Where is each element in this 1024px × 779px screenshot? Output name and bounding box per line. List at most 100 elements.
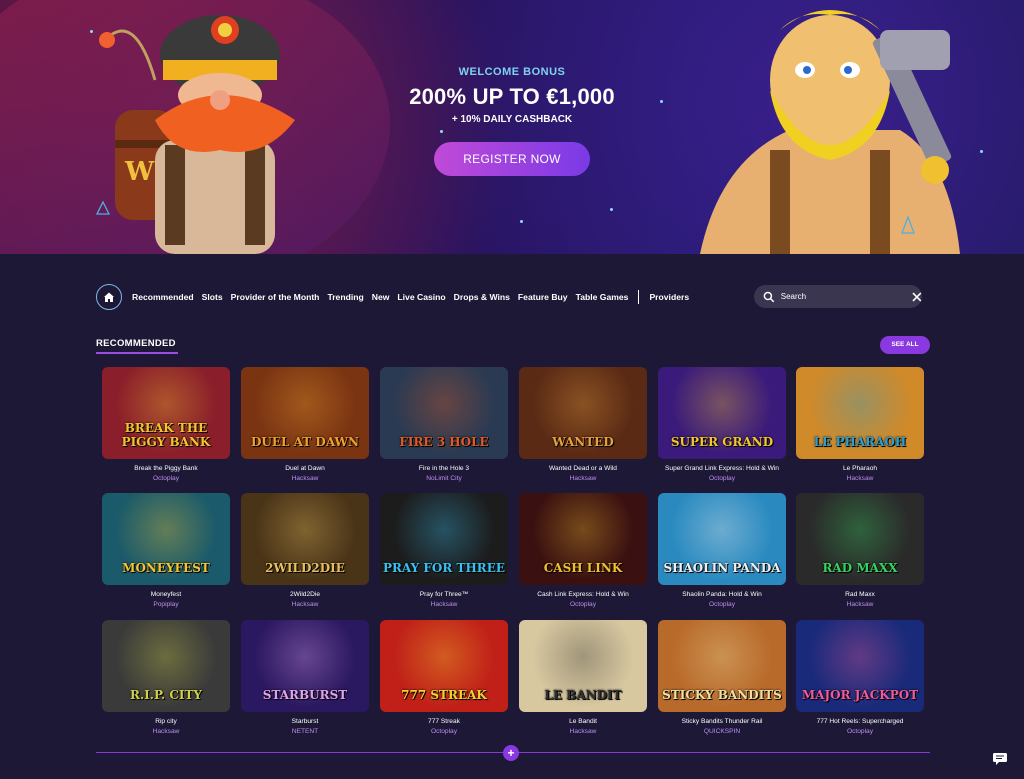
game-thumbnail[interactable]: BREAK THE PIGGY BANK <box>102 367 230 459</box>
game-card[interactable]: DUEL AT DAWN Duel at Dawn Hacksaw <box>241 367 369 482</box>
game-art-title: DUEL AT DAWN <box>251 435 359 449</box>
game-thumbnail[interactable]: DUEL AT DAWN <box>241 367 369 459</box>
game-thumbnail[interactable]: LE PHARAOH <box>796 367 924 459</box>
game-provider: Hacksaw <box>846 475 874 482</box>
game-art-title: MAJOR JACKPOT <box>801 688 919 702</box>
cashback-text: + 10% DAILY CASHBACK <box>451 114 573 125</box>
game-provider: Octoplay <box>846 728 874 735</box>
home-button[interactable] <box>96 284 122 310</box>
game-card[interactable]: R.I.P. CITY Rip city Hacksaw <box>102 620 230 735</box>
game-card[interactable]: 777 STREAK 777 Streak Octoplay <box>380 620 508 735</box>
game-name[interactable]: 777 Streak <box>380 718 508 725</box>
nav-item-providers[interactable]: Providers <box>649 292 689 304</box>
game-name[interactable]: 2Wild2Die <box>241 591 369 598</box>
nav-item-trending[interactable]: Trending <box>327 292 363 304</box>
game-thumbnail[interactable]: STICKY BANDITS <box>658 620 786 712</box>
close-icon[interactable] <box>912 292 922 302</box>
see-all-button[interactable]: SEE ALL <box>880 336 930 354</box>
game-name[interactable]: Pray for Three™ <box>380 591 508 598</box>
game-name[interactable]: Fire in the Hole 3 <box>380 465 508 472</box>
game-provider: Popiplay <box>153 601 179 608</box>
register-now-button[interactable]: REGISTER NOW <box>434 142 590 176</box>
game-card[interactable]: LE BANDIT Le Bandit Hacksaw <box>519 620 647 735</box>
game-provider: Octoplay <box>708 475 736 482</box>
nav-item-live-casino[interactable]: Live Casino <box>397 292 445 304</box>
game-name[interactable]: Duel at Dawn <box>241 465 369 472</box>
game-art-title: SHAOLIN PANDA <box>663 561 781 575</box>
game-card[interactable]: RAD MAXX Rad Maxx Hacksaw <box>796 493 924 608</box>
game-name[interactable]: Super Grand Link Express: Hold & Win <box>658 465 786 472</box>
game-art-title: WANTED <box>552 435 614 449</box>
game-provider: Octoplay <box>152 475 180 482</box>
welcome-bonus-block: WELCOME BONUS 200% UP TO €1,000 + 10% DA… <box>362 66 662 176</box>
game-name[interactable]: Cash Link Express: Hold & Win <box>519 591 647 598</box>
game-card[interactable]: FIRE 3 HOLE Fire in the Hole 3 NoLimit Cit… <box>380 367 508 482</box>
game-thumbnail[interactable]: STARBURST <box>241 620 369 712</box>
game-name[interactable]: Moneyfest <box>102 591 230 598</box>
chat-icon[interactable] <box>992 752 1010 766</box>
game-card[interactable]: 2WILD2DIE 2Wild2Die Hacksaw <box>241 493 369 608</box>
game-card[interactable]: PRAY FOR THREE Pray for Three™ Hacksaw <box>380 493 508 608</box>
game-thumbnail[interactable]: 2WILD2DIE <box>241 493 369 585</box>
load-more-button[interactable]: + <box>503 745 519 761</box>
game-card[interactable]: BREAK THE PIGGY BANK Break the Piggy Bank… <box>102 367 230 482</box>
game-thumbnail[interactable]: CASH LINK <box>519 493 647 585</box>
game-name[interactable]: Le Bandit <box>519 718 647 725</box>
home-icon <box>104 292 114 302</box>
game-art-title: RAD MAXX <box>822 561 898 575</box>
nav-item-new[interactable]: New <box>372 292 390 304</box>
game-art-title: STICKY BANDITS <box>662 688 782 702</box>
game-card[interactable]: LE PHARAOH Le Pharaoh Hacksaw <box>796 367 924 482</box>
game-card[interactable]: MONEYFEST Moneyfest Popiplay <box>102 493 230 608</box>
game-thumbnail[interactable]: RAD MAXX <box>796 493 924 585</box>
triangle-decoration-icon <box>901 215 915 234</box>
search-box[interactable] <box>754 285 922 308</box>
game-art-title: LE PHARAOH <box>813 435 907 449</box>
section-title: RECOMMENDED <box>96 338 176 349</box>
nav-item-feature-buy[interactable]: Feature Buy <box>518 292 568 304</box>
game-name[interactable]: 777 Hot Reels: Supercharged <box>796 718 924 725</box>
game-card[interactable]: MAJOR JACKPOT 777 Hot Reels: Supercharged… <box>796 620 924 735</box>
game-thumbnail[interactable]: SHAOLIN PANDA <box>658 493 786 585</box>
hero-banner: W WELCOME BONUS 200% UP TO €1,000 + 10% … <box>0 0 1024 254</box>
game-art-title: CASH LINK <box>543 561 623 575</box>
game-thumbnail[interactable]: WANTED <box>519 367 647 459</box>
nav-item-drops-wins[interactable]: Drops & Wins <box>454 292 510 304</box>
game-card[interactable]: STARBURST Starburst NETENT <box>241 620 369 735</box>
game-thumbnail[interactable]: 777 STREAK <box>380 620 508 712</box>
nav-item-provider-of-the-month[interactable]: Provider of the Month <box>231 292 320 304</box>
nav-item-slots[interactable]: Slots <box>202 292 223 304</box>
game-card[interactable]: SHAOLIN PANDA Shaolin Panda: Hold & Win Oc… <box>658 493 786 608</box>
game-thumbnail[interactable]: MONEYFEST <box>102 493 230 585</box>
game-thumbnail[interactable]: PRAY FOR THREE <box>380 493 508 585</box>
bonus-headline: 200% UP TO €1,000 <box>409 84 615 109</box>
nav-item-table-games[interactable]: Table Games <box>576 292 629 304</box>
game-thumbnail[interactable]: SUPER GRAND <box>658 367 786 459</box>
game-thumbnail[interactable]: LE BANDIT <box>519 620 647 712</box>
game-name[interactable]: Break the Piggy Bank <box>102 465 230 472</box>
game-provider: NoLimit City <box>426 475 462 482</box>
game-name[interactable]: Le Pharaoh <box>796 465 924 472</box>
game-name[interactable]: Shaolin Panda: Hold & Win <box>658 591 786 598</box>
miner-character-illustration: W <box>99 15 295 254</box>
game-art-title: BREAK THE PIGGY BANK <box>121 421 211 449</box>
section-underline <box>96 352 178 354</box>
search-icon <box>763 291 775 302</box>
game-card[interactable]: STICKY BANDITS Sticky Bandits Thunder Rai… <box>658 620 786 735</box>
game-name[interactable]: Rad Maxx <box>796 591 924 598</box>
game-thumbnail[interactable]: FIRE 3 HOLE <box>380 367 508 459</box>
search-input[interactable] <box>778 291 901 302</box>
nav-item-recommended[interactable]: Recommended <box>132 292 194 304</box>
game-thumbnail[interactable]: MAJOR JACKPOT <box>796 620 924 712</box>
game-art-title: 2WILD2DIE <box>265 561 345 575</box>
game-card[interactable]: WANTED Wanted Dead or a Wild Hacksaw <box>519 367 647 482</box>
game-name[interactable]: Sticky Bandits Thunder Rail <box>658 718 786 725</box>
game-card[interactable]: SUPER GRAND Super Grand Link Express: Hol… <box>658 367 786 482</box>
game-provider: Hacksaw <box>152 728 180 735</box>
game-provider: Octoplay <box>708 601 736 608</box>
game-thumbnail[interactable]: R.I.P. CITY <box>102 620 230 712</box>
game-name[interactable]: Rip city <box>102 718 230 725</box>
game-name[interactable]: Wanted Dead or a Wild <box>519 465 647 472</box>
game-name[interactable]: Starburst <box>241 718 369 725</box>
game-card[interactable]: CASH LINK Cash Link Express: Hold & Win Oc… <box>519 493 647 608</box>
